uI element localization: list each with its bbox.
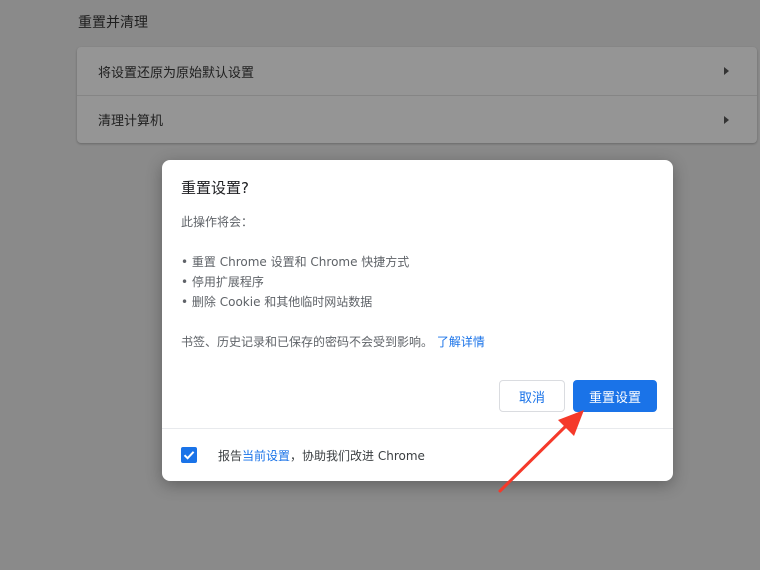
reset-and-cleanup-card: 将设置还原为原始默认设置 清理计算机 <box>77 47 757 143</box>
dialog-footer: 报告当前设置，协助我们改进 Chrome <box>162 428 673 481</box>
dialog-title: 重置设置? <box>181 179 249 197</box>
current-settings-link[interactable]: 当前设置 <box>242 449 290 463</box>
learn-more-link[interactable]: 了解详情 <box>437 335 485 349</box>
chevron-right-icon <box>724 115 729 124</box>
reset-settings-button[interactable]: 重置设置 <box>573 380 657 412</box>
restore-defaults-label: 将设置还原为原始默认设置 <box>98 65 255 81</box>
restore-defaults-row[interactable]: 将设置还原为原始默认设置 <box>77 47 757 95</box>
reset-settings-dialog: 重置设置? 此操作将会： 重置 Chrome 设置和 Chrome 快捷方式 停… <box>162 160 673 481</box>
cancel-button[interactable]: 取消 <box>499 380 565 412</box>
dialog-bullet-list: 重置 Chrome 设置和 Chrome 快捷方式 停用扩展程序 删除 Cook… <box>181 252 409 312</box>
report-suffix: ，协助我们改进 Chrome <box>290 449 425 463</box>
bullet-disable-extensions: 停用扩展程序 <box>181 272 409 292</box>
bullet-reset-settings: 重置 Chrome 设置和 Chrome 快捷方式 <box>181 252 409 272</box>
report-settings-checkbox[interactable] <box>181 447 197 463</box>
bullet-delete-cookies: 删除 Cookie 和其他临时网站数据 <box>181 292 409 312</box>
cleanup-computer-label: 清理计算机 <box>98 114 164 129</box>
chevron-right-icon <box>724 67 729 75</box>
section-title: 重置并清理 <box>78 15 148 31</box>
cleanup-computer-row[interactable]: 清理计算机 <box>77 95 757 143</box>
dialog-note-text: 书签、历史记录和已保存的密码不会受到影响。 <box>181 335 434 349</box>
dialog-note: 书签、历史记录和已保存的密码不会受到影响。 了解详情 <box>181 333 485 350</box>
check-icon <box>183 451 195 460</box>
report-settings-text: 报告当前设置，协助我们改进 Chrome <box>218 447 425 464</box>
dialog-intro: 此操作将会： <box>181 215 254 229</box>
report-prefix: 报告 <box>218 449 243 463</box>
